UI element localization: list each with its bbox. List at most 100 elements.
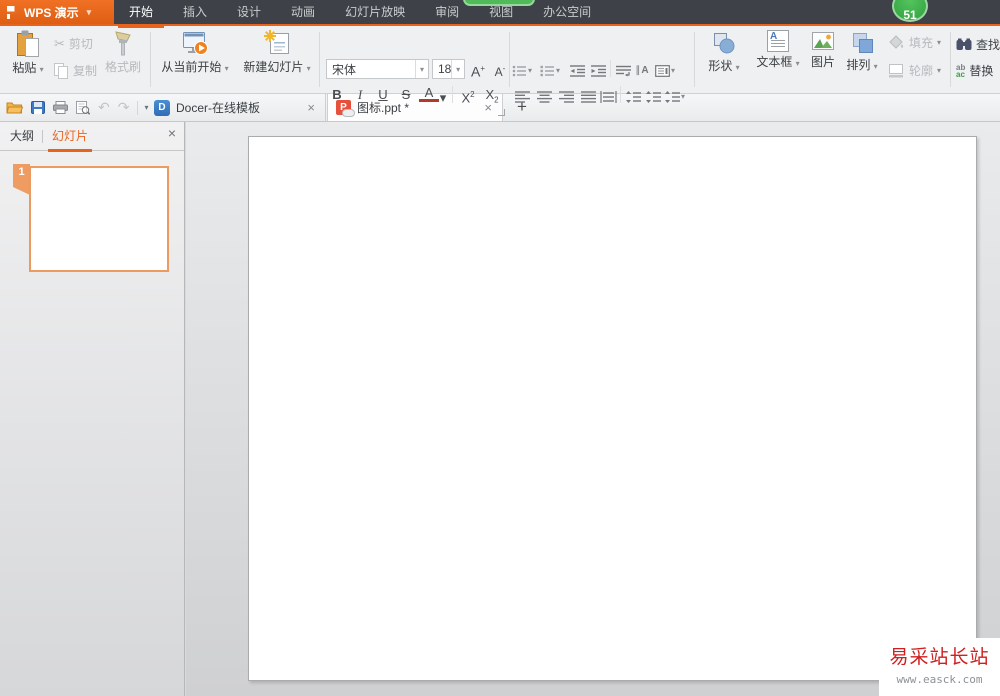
chevron-down-icon: ▾ (224, 64, 229, 73)
decrease-indent-button[interactable] (567, 62, 587, 79)
watermark-url: www.easck.com (896, 673, 983, 686)
watermark-site-name: 易采站长站 (889, 647, 990, 668)
slide-thumbnail[interactable] (29, 166, 169, 272)
subscript-button[interactable]: X2 (482, 85, 502, 105)
wps-app-menu-button[interactable]: WPS 演示 ▾ (0, 0, 114, 24)
align-left-button[interactable] (512, 88, 532, 105)
group-separator (150, 32, 151, 87)
shapes-button[interactable]: 形状 ▾ (700, 30, 748, 74)
print-button[interactable] (53, 101, 68, 114)
panel-tab-strip: 大纲 幻灯片 × (0, 122, 184, 152)
text-direction-button[interactable]: ▾ (652, 62, 678, 79)
tab-animation[interactable]: 动画 (276, 0, 330, 26)
undo-button[interactable]: ↶ (98, 99, 110, 116)
replace-icon: ab ac (956, 62, 966, 79)
start-from-current-button[interactable]: 从当前开始 ▾ (154, 30, 236, 75)
superscript-button[interactable]: X2 (458, 85, 478, 105)
line-spacing-button[interactable] (623, 88, 643, 105)
numbered-list-button[interactable]: ▾ (540, 62, 560, 79)
editing-canvas (186, 122, 1000, 696)
redo-button[interactable]: ↷ (118, 99, 130, 116)
new-slide-button[interactable]: 新建幻灯片 ▾ (238, 30, 316, 75)
font-dialog-launcher[interactable] (498, 109, 505, 116)
slide-editing-area[interactable] (248, 136, 977, 681)
grow-font-button[interactable]: A+ (468, 59, 488, 80)
tab-insert[interactable]: 插入 (168, 0, 222, 26)
binoculars-icon (956, 38, 972, 51)
shrink-font-button[interactable]: A- (490, 59, 510, 79)
scissors-icon: ✂ (54, 35, 65, 51)
wps-logo-icon (7, 5, 18, 19)
outline-button[interactable]: 轮廓 ▾ (888, 62, 941, 79)
picture-icon (806, 30, 840, 52)
format-painter-button[interactable]: 格式刷 (100, 30, 146, 75)
chevron-down-icon: ▾ (306, 64, 311, 73)
justify-button[interactable] (578, 88, 598, 105)
shapes-icon (700, 30, 748, 56)
underline-button[interactable]: U (373, 85, 393, 104)
separator (610, 60, 611, 77)
strikethrough-button[interactable]: S (396, 85, 416, 104)
textbox-icon (751, 30, 805, 52)
group-separator (950, 32, 951, 87)
open-folder-button[interactable] (6, 101, 23, 114)
tab-slideshow[interactable]: 幻灯片放映 (330, 0, 420, 26)
picture-button[interactable]: 图片 (806, 30, 840, 70)
save-button[interactable] (31, 101, 45, 114)
separator (620, 86, 621, 103)
tab-design[interactable]: 设计 (222, 0, 276, 26)
arrange-button[interactable]: 排列 ▾ (840, 30, 884, 73)
cut-button[interactable]: ✂ 剪切 (54, 35, 93, 52)
vertical-text-button[interactable]: ∥ A (632, 62, 652, 79)
paragraph-wrap-button[interactable] (613, 62, 633, 79)
increase-indent-button[interactable] (588, 62, 608, 79)
font-color-caret[interactable]: ▾ (438, 88, 448, 107)
divider (42, 130, 43, 143)
quick-access-toolbar: ↶ ↷ ▾ (6, 94, 148, 121)
format-painter-icon (100, 30, 146, 57)
separator (452, 86, 453, 103)
doc-tab-docer[interactable]: Docer-在线模板 × (146, 94, 326, 121)
distribute-text-button[interactable] (598, 88, 618, 105)
align-center-button[interactable] (534, 88, 554, 105)
ribbon-home: 粘贴 ▾ ✂ 剪切 复制 格式刷 从当前开始 ▾ 新建幻灯片 ▾ 宋体 ▾ 18… (0, 26, 1000, 116)
fill-icon (888, 35, 905, 50)
bullet-list-button[interactable]: ▾ (512, 62, 532, 79)
close-icon[interactable]: × (168, 125, 176, 141)
tab-outline[interactable]: 大纲 (10, 122, 34, 150)
bold-button[interactable]: B (327, 85, 347, 104)
paragraph-spacing-button[interactable] (643, 88, 663, 105)
arrange-icon (840, 30, 884, 55)
textbox-button[interactable]: 文本框 ▾ (751, 30, 805, 70)
replace-button[interactable]: ab ac 替换 (956, 62, 993, 79)
italic-button[interactable]: I (350, 85, 370, 104)
chevron-down-icon: ▾ (451, 60, 464, 78)
font-name-select[interactable]: 宋体 ▾ (326, 59, 429, 79)
close-icon[interactable]: × (305, 100, 317, 115)
tab-slides[interactable]: 幻灯片 (47, 122, 93, 152)
copy-button[interactable]: 复制 (54, 62, 97, 79)
fill-button[interactable]: 填充 ▾ (888, 34, 941, 51)
promo-pill[interactable] (463, 0, 535, 6)
outline-icon (888, 63, 905, 78)
paste-button[interactable]: 粘贴 ▾ (6, 30, 50, 76)
find-button[interactable]: 查找 (956, 36, 1000, 53)
update-count-badge[interactable]: 51 (892, 0, 928, 22)
wps-presentation-window: WPS 演示 ▾ 开始 插入 设计 动画 幻灯片放映 审阅 视图 办公空间 51 (0, 0, 1000, 696)
tab-office-space[interactable]: 办公空间 (528, 0, 606, 26)
chevron-down-icon: ▾ (86, 6, 92, 17)
chevron-down-icon: ▾ (415, 60, 428, 78)
copy-icon (54, 62, 69, 79)
tab-home[interactable]: 开始 (114, 0, 168, 28)
spacing-options-button[interactable]: ▾ (661, 88, 689, 105)
titlebar: WPS 演示 ▾ 开始 插入 设计 动画 幻灯片放映 审阅 视图 办公空间 51 (0, 0, 1000, 28)
group-separator (319, 32, 320, 87)
align-right-button[interactable] (556, 88, 576, 105)
group-separator (694, 32, 695, 87)
font-size-select[interactable]: 18 ▾ (432, 59, 465, 79)
slide-panel: 大纲 幻灯片 × 1 (0, 122, 185, 696)
font-color-button[interactable]: A (419, 85, 439, 102)
print-preview-button[interactable] (76, 100, 90, 115)
chevron-down-icon: ▾ (39, 65, 44, 74)
docer-icon (154, 99, 170, 116)
